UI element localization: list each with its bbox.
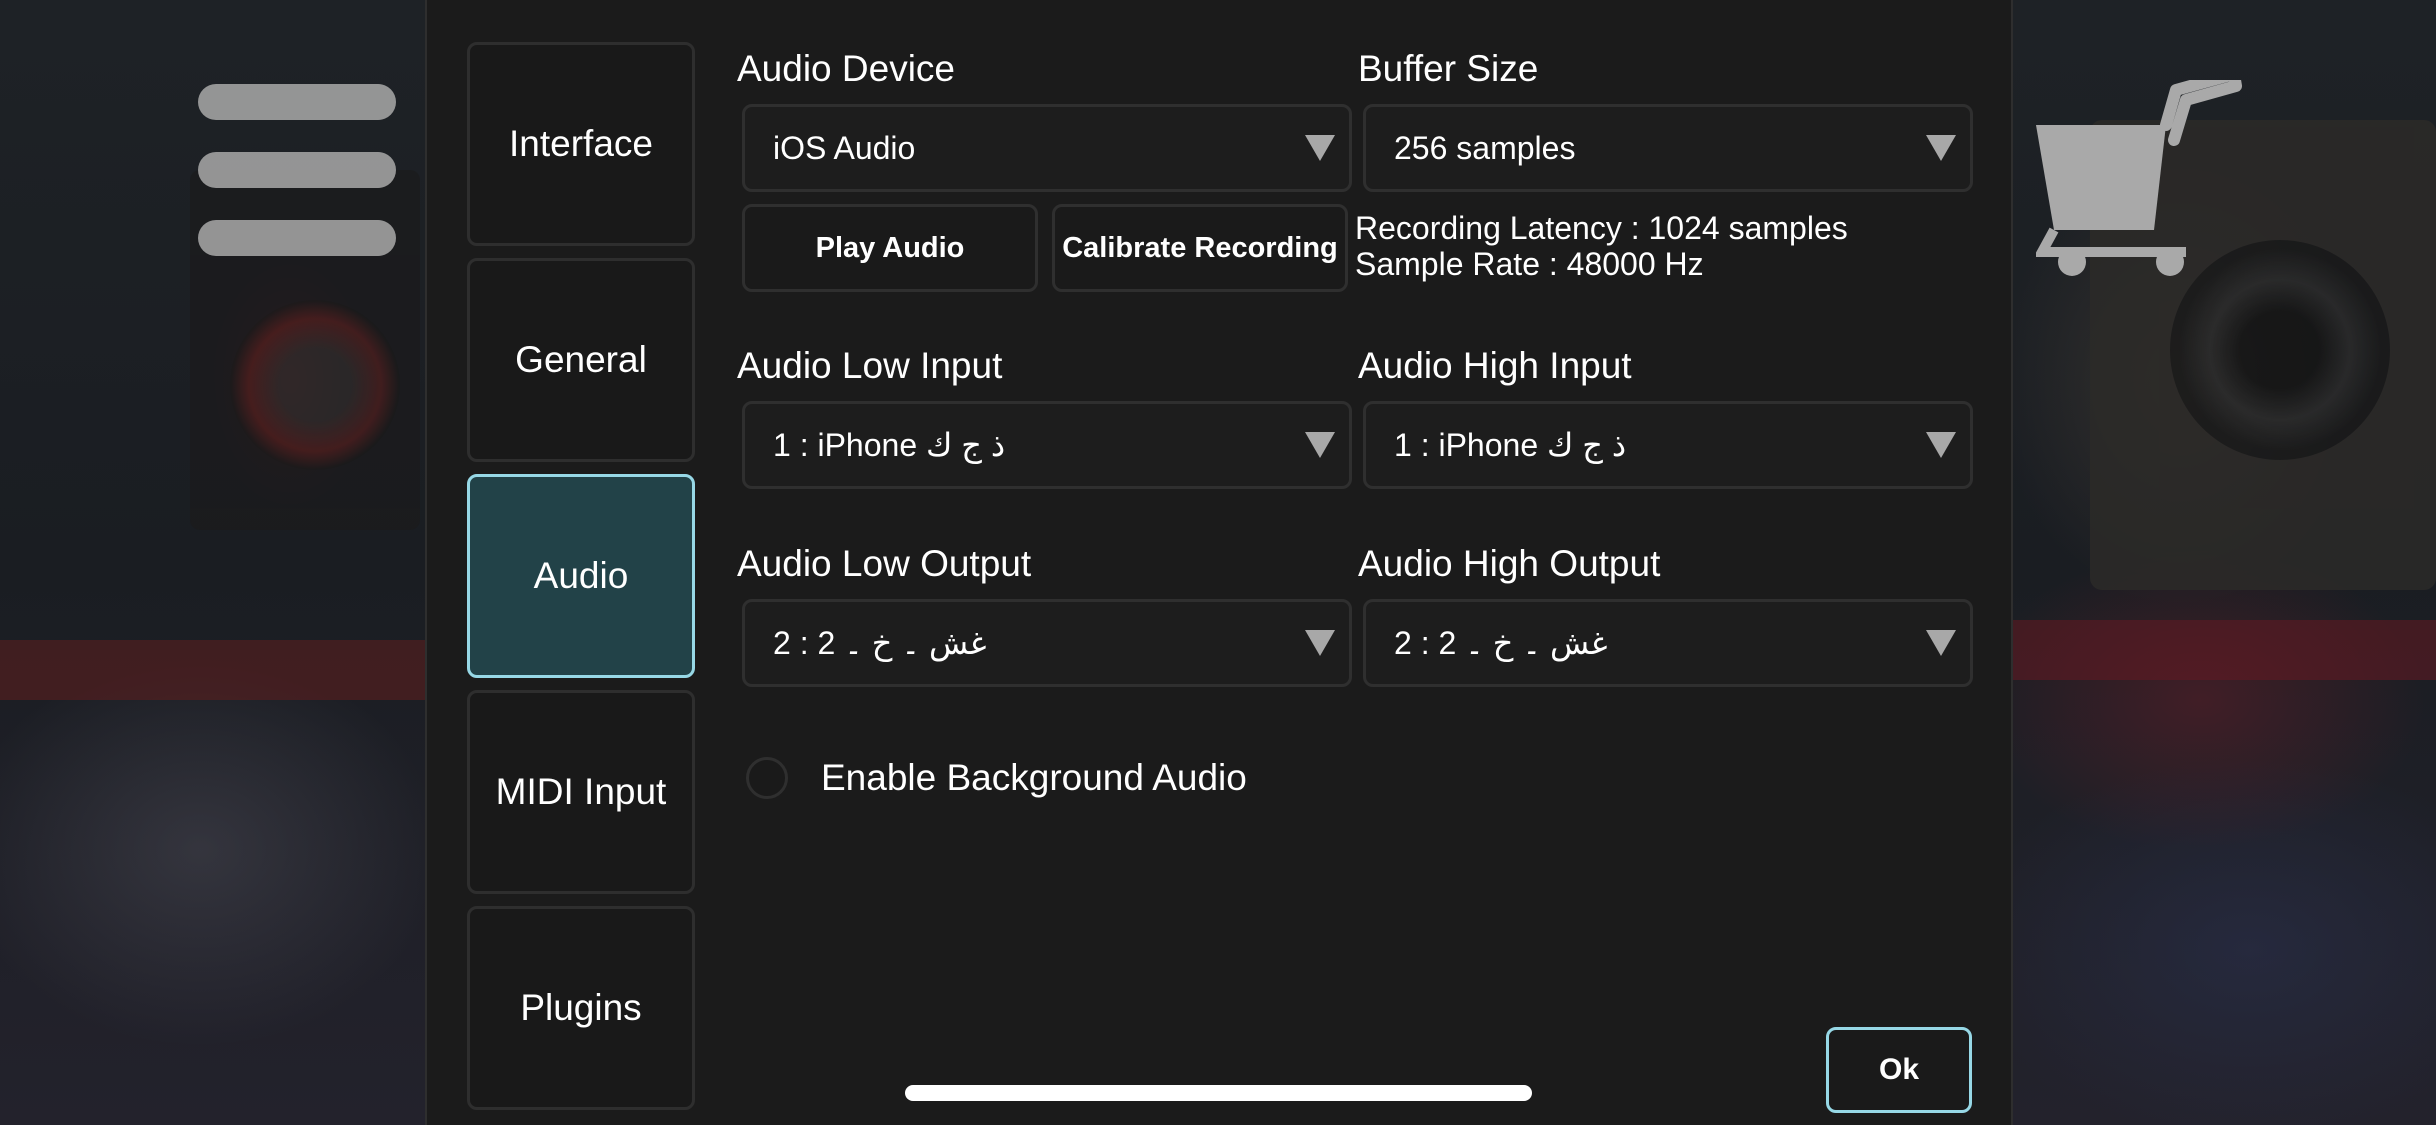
calibrate-recording-label: Calibrate Recording: [1062, 231, 1338, 264]
audio-high-input-value: 1 : iPhone ذ ج ك: [1394, 427, 1627, 463]
tab-interface[interactable]: Interface: [467, 42, 695, 246]
sample-rate-text: Sample Rate : 48000 Hz: [1355, 246, 1704, 282]
play-audio-button[interactable]: Play Audio: [742, 204, 1038, 292]
tab-label: General: [515, 339, 647, 380]
audio-low-input-label: Audio Low Input: [737, 345, 1003, 386]
tab-label: Plugins: [520, 987, 642, 1028]
enable-background-audio-radio[interactable]: [746, 757, 788, 799]
settings-panel: Interface General Audio MIDI Input Plugi…: [425, 0, 2013, 1125]
audio-high-input-dropdown[interactable]: 1 : iPhone ذ ج ك: [1363, 401, 1973, 489]
calibrate-recording-button[interactable]: Calibrate Recording: [1052, 204, 1348, 292]
audio-device-label: Audio Device: [737, 48, 956, 89]
dropdown-arrow-icon: [1926, 135, 1956, 161]
audio-device-dropdown[interactable]: iOS Audio: [742, 104, 1352, 192]
ok-button[interactable]: Ok: [1826, 1027, 1972, 1113]
audio-low-output-label: Audio Low Output: [737, 543, 1032, 584]
audio-high-output-dropdown[interactable]: 2 : غش ۔ خ ۔ 2: [1363, 599, 1973, 687]
audio-high-output-value: 2 : غش ۔ خ ۔ 2: [1394, 625, 1608, 661]
buffer-size-value: 256 samples: [1394, 129, 1576, 166]
audio-low-output-dropdown[interactable]: 2 : غش ۔ خ ۔ 2: [742, 599, 1352, 687]
audio-high-input-label: Audio High Input: [1358, 345, 1632, 386]
buffer-size-dropdown[interactable]: 256 samples: [1363, 104, 1973, 192]
tab-label: MIDI Input: [495, 771, 667, 812]
desk-right: [2010, 620, 2436, 680]
recording-latency-text: Recording Latency : 1024 samples: [1355, 210, 1848, 246]
tab-midi-input[interactable]: MIDI Input: [467, 690, 695, 894]
tab-label: Audio: [533, 555, 629, 596]
tab-audio[interactable]: Audio: [467, 474, 695, 678]
audio-low-output-value: 2 : غش ۔ خ ۔ 2: [773, 625, 987, 661]
hamburger-menu-icon[interactable]: [198, 84, 396, 256]
desk-left: [0, 640, 430, 700]
audio-high-output-label: Audio High Output: [1358, 543, 1661, 584]
dropdown-arrow-icon: [1305, 135, 1335, 161]
dropdown-arrow-icon: [1926, 630, 1956, 656]
dropdown-arrow-icon: [1305, 630, 1335, 656]
audio-low-input-value: 1 : iPhone ذ ج ك: [773, 427, 1006, 463]
dropdown-arrow-icon: [1926, 432, 1956, 458]
dropdown-arrow-icon: [1305, 432, 1335, 458]
play-audio-label: Play Audio: [815, 231, 965, 264]
enable-background-audio-label: Enable Background Audio: [821, 757, 1247, 798]
tab-general[interactable]: General: [467, 258, 695, 462]
tab-plugins[interactable]: Plugins: [467, 906, 695, 1110]
tab-label: Interface: [509, 123, 653, 164]
buffer-size-label: Buffer Size: [1358, 48, 1539, 89]
shopping-cart-icon[interactable]: [2036, 80, 2242, 282]
home-indicator[interactable]: [905, 1085, 1532, 1101]
audio-device-value: iOS Audio: [773, 129, 916, 166]
audio-low-input-dropdown[interactable]: 1 : iPhone ذ ج ك: [742, 401, 1352, 489]
ok-button-label: Ok: [1878, 1053, 1920, 1086]
